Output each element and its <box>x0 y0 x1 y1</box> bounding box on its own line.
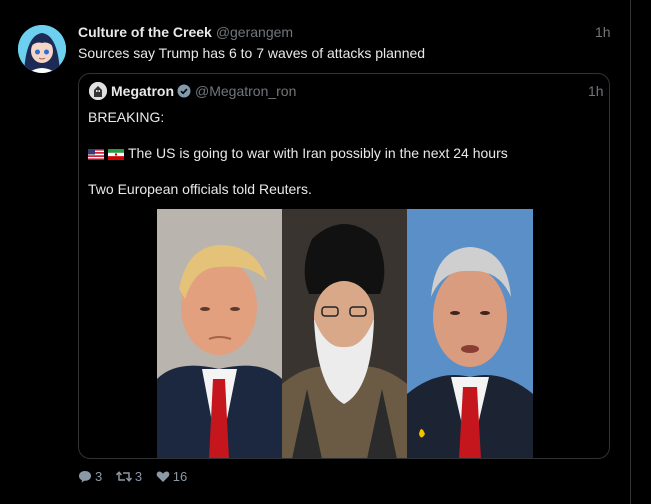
tweet-header: Culture of the Creek @gerangem <box>78 24 293 40</box>
quoted-tweet[interactable]: Megatron @Megatron_ron 1h BREAKING: The U… <box>78 73 610 459</box>
quote-image[interactable] <box>157 209 533 458</box>
tweet[interactable]: Culture of the Creek @gerangem 1h Sources… <box>0 0 651 504</box>
image-panel-right <box>407 209 533 458</box>
quote-line-breaking: BREAKING: <box>88 109 165 125</box>
reply-count: 3 <box>95 469 103 484</box>
quote-line-source: Two European officials told Reuters. <box>88 181 312 197</box>
image-panel-center <box>282 209 407 458</box>
verified-badge-icon <box>177 84 191 101</box>
tweet-actions: 3 3 16 <box>78 469 197 484</box>
quote-author-handle[interactable]: @Megatron_ron <box>195 83 296 99</box>
divider <box>630 0 631 504</box>
quote-line-war-text: The US is going to war with Iran possibl… <box>128 145 508 161</box>
like-count: 16 <box>172 469 188 484</box>
quote-author-name[interactable]: Megatron <box>111 83 174 99</box>
retweet-button[interactable]: 3 <box>115 469 143 484</box>
quote-line-war: The US is going to war with Iran possibl… <box>88 145 508 163</box>
quote-avatar[interactable] <box>89 82 107 100</box>
quote-time[interactable]: 1h <box>588 83 604 99</box>
quote-header: Megatron @Megatron_ron <box>111 83 296 101</box>
retweet-count: 3 <box>134 469 143 484</box>
like-button[interactable]: 16 <box>156 469 187 484</box>
image-panel-left <box>157 209 282 458</box>
retweet-icon <box>115 469 135 484</box>
tweet-text: Sources say Trump has 6 to 7 waves of at… <box>78 45 426 61</box>
iran-flag-icon <box>108 147 124 163</box>
us-flag-icon <box>88 147 104 163</box>
author-name[interactable]: Culture of the Creek <box>78 24 212 40</box>
like-icon <box>156 469 173 484</box>
author-handle[interactable]: @gerangem <box>216 24 293 40</box>
reply-icon <box>78 469 95 484</box>
tweet-time[interactable]: 1h <box>595 24 611 40</box>
avatar[interactable] <box>18 25 66 73</box>
reply-button[interactable]: 3 <box>78 469 102 484</box>
